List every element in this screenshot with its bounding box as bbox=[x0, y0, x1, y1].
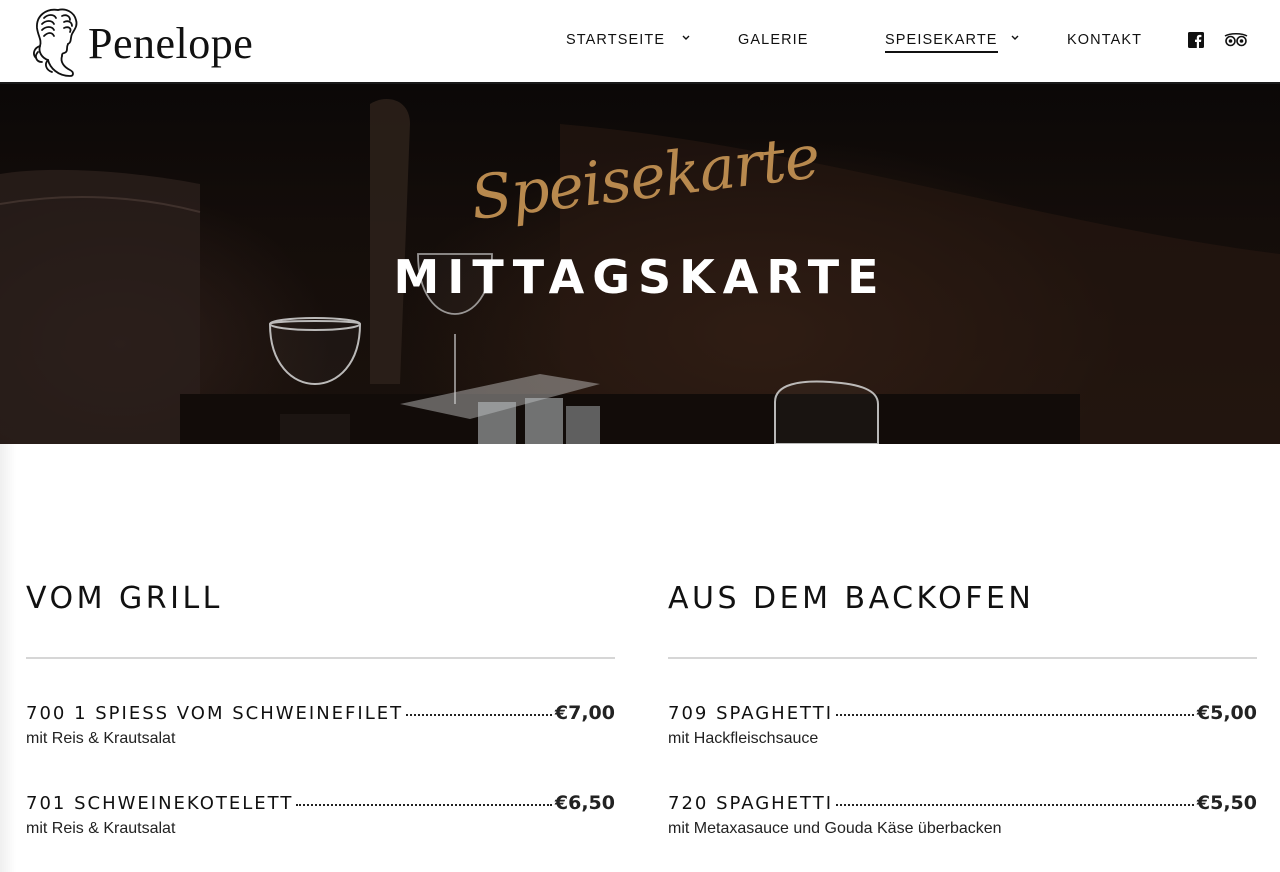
menu-item-name: 700 1 SPIESS VOM SCHWEINEFILET bbox=[26, 703, 404, 724]
menu-item-name: 720 SPAGHETTI bbox=[668, 793, 834, 814]
menu-item: 700 1 SPIESS VOM SCHWEINEFILET €7,00 mit… bbox=[26, 702, 615, 752]
chevron-down-icon[interactable] bbox=[1009, 33, 1021, 43]
menu-item-description: mit Reis & Krautsalat bbox=[26, 730, 176, 747]
menu-item-price: €6,50 bbox=[554, 792, 615, 814]
menu-item-description: mit Reis & Krautsalat bbox=[26, 820, 176, 837]
menu-item-price: €5,50 bbox=[1196, 792, 1257, 814]
nav-item-galerie[interactable]: GALERIE bbox=[738, 32, 809, 48]
dot-leader bbox=[296, 804, 552, 806]
hero-banner: Speisekarte MITTAGSKARTE bbox=[0, 84, 1280, 444]
nav-item-speisekarte[interactable]: SPEISEKARTE bbox=[885, 32, 998, 53]
dot-leader bbox=[836, 804, 1194, 806]
nav-item-kontakt[interactable]: KONTAKT bbox=[1067, 32, 1142, 48]
brand-name: Penelope bbox=[88, 19, 254, 68]
menu-item-name: 701 SCHWEINEKOTELETT bbox=[26, 793, 294, 814]
section-title: AUS DEM BACKOFEN bbox=[668, 581, 1035, 616]
dot-leader bbox=[836, 714, 1194, 716]
facebook-icon[interactable] bbox=[1188, 32, 1204, 48]
brand-logo[interactable]: Penelope bbox=[28, 4, 253, 80]
menu-item: 701 SCHWEINEKOTELETT €6,50 mit Reis & Kr… bbox=[26, 792, 615, 842]
tripadvisor-icon[interactable] bbox=[1224, 32, 1248, 48]
menu-item-price: €5,00 bbox=[1196, 702, 1257, 724]
nav-item-startseite[interactable]: STARTSEITE bbox=[566, 32, 665, 48]
menu-item-description: mit Metaxasauce und Gouda Käse überbacke… bbox=[668, 820, 1002, 837]
site-header: Penelope STARTSEITE GALERIE SPEISEKARTE … bbox=[0, 0, 1280, 84]
menu-item: 709 SPAGHETTI €5,00 mit Hackfleischsauce bbox=[668, 702, 1257, 752]
section-title: VOM GRILL bbox=[26, 581, 223, 616]
page-edge-shadow bbox=[0, 444, 16, 872]
dot-leader bbox=[406, 714, 552, 716]
menu-item: 720 SPAGHETTI €5,50 mit Metaxasauce und … bbox=[668, 792, 1257, 842]
section-divider bbox=[668, 657, 1257, 659]
menu-item-name: 709 SPAGHETTI bbox=[668, 703, 834, 724]
menu-item-description: mit Hackfleischsauce bbox=[668, 730, 819, 747]
page-title: MITTAGSKARTE bbox=[393, 250, 887, 304]
penelope-portrait-icon bbox=[33, 8, 78, 77]
menu-item-price: €7,00 bbox=[554, 702, 615, 724]
section-divider bbox=[26, 657, 615, 659]
chevron-down-icon[interactable] bbox=[680, 33, 692, 43]
